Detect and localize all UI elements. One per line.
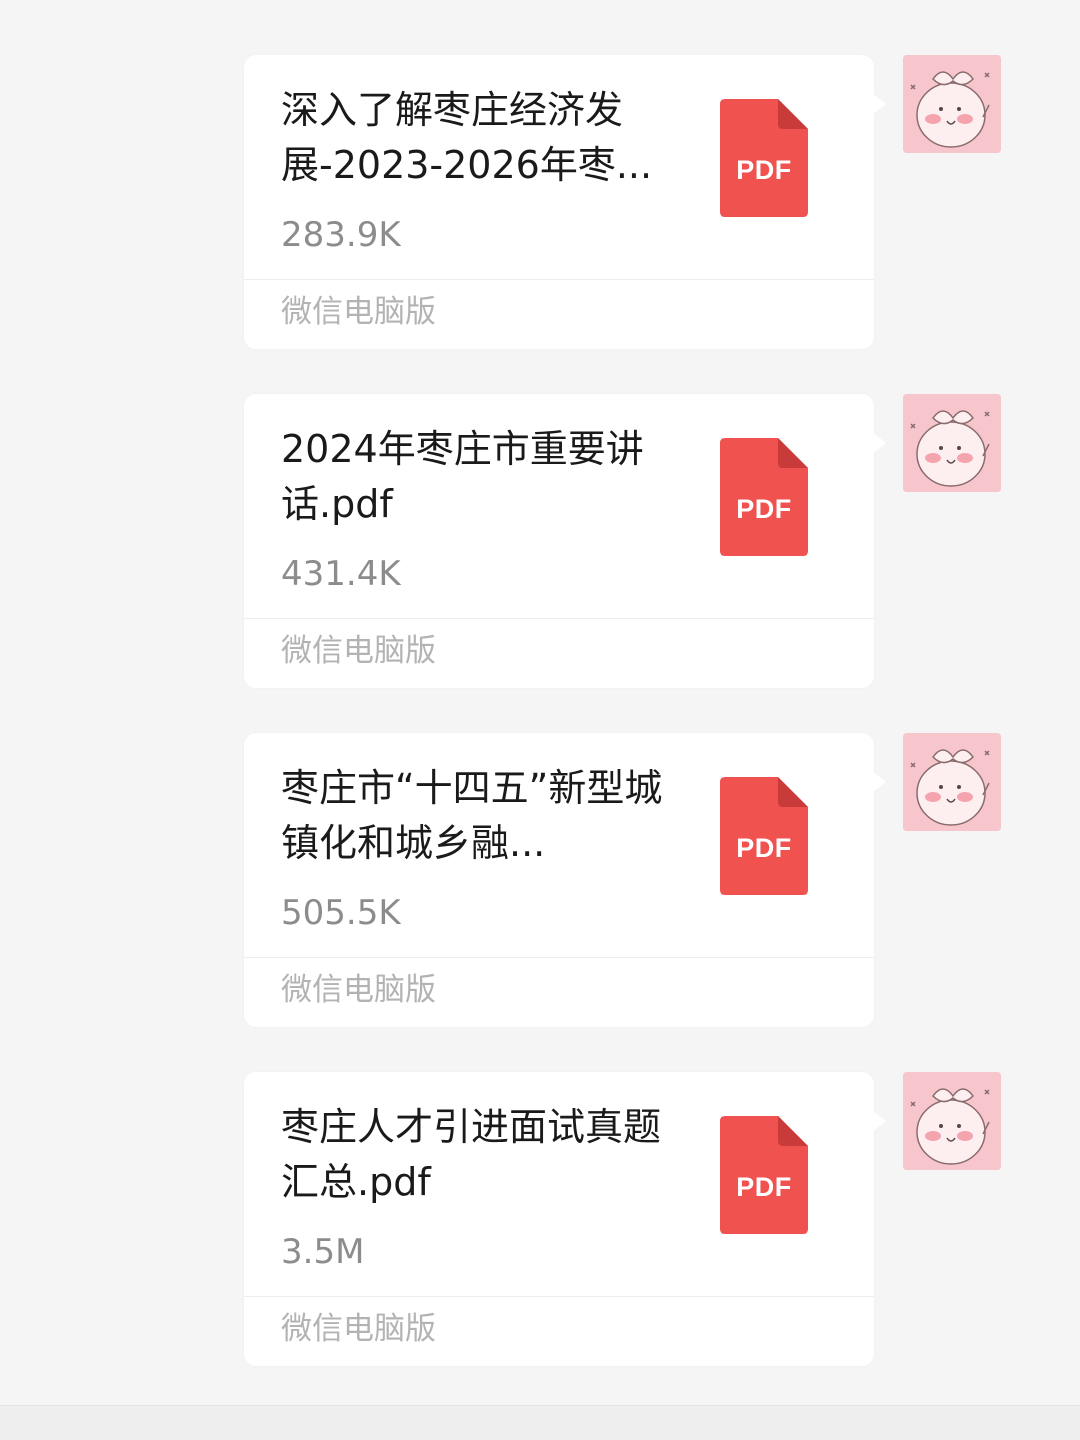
divider [244, 957, 874, 958]
file-name: 深入了解枣庄经济发展-2023-2026年枣... [281, 88, 653, 187]
bear-sticker-icon [903, 1072, 1001, 1170]
pdf-file-icon: PDF [720, 438, 808, 556]
bubble-tail [872, 771, 886, 793]
avatar[interactable] [903, 1072, 1001, 1170]
file-name: 枣庄市“十四五”新型城镇化和城乡融... [281, 766, 663, 865]
divider [244, 618, 874, 619]
pdf-file-icon: PDF [720, 777, 808, 895]
divider [244, 279, 874, 280]
file-size: 283.9K [281, 215, 401, 255]
avatar[interactable] [903, 55, 1001, 153]
chat-window: 深入了解枣庄经济发展-2023-2026年枣... 283.9K PDF 微信电… [0, 0, 1080, 1440]
file-size: 431.4K [281, 554, 401, 594]
file-card[interactable]: 深入了解枣庄经济发展-2023-2026年枣... 283.9K PDF 微信电… [244, 55, 874, 349]
file-card[interactable]: 2024年枣庄市重要讲话.pdf 431.4K PDF 微信电脑版 [244, 394, 874, 688]
avatar[interactable] [903, 733, 1001, 831]
bottom-bar [0, 1405, 1080, 1440]
bear-sticker-icon [903, 394, 1001, 492]
pdf-file-icon: PDF [720, 99, 808, 217]
file-type-label: PDF [736, 155, 792, 185]
source-label: 微信电脑版 [281, 972, 436, 1008]
file-type-label: PDF [736, 1172, 792, 1202]
divider [244, 1296, 874, 1297]
bubble-tail [872, 432, 886, 454]
source-label: 微信电脑版 [281, 294, 436, 330]
bubble-tail [872, 93, 886, 115]
file-name: 枣庄人才引进面试真题汇总.pdf [281, 1105, 662, 1204]
file-size: 505.5K [281, 893, 401, 933]
pdf-file-icon: PDF [720, 1116, 808, 1234]
file-card[interactable]: 枣庄人才引进面试真题汇总.pdf 3.5M PDF 微信电脑版 [244, 1072, 874, 1366]
source-label: 微信电脑版 [281, 1311, 436, 1347]
bear-sticker-icon [903, 733, 1001, 831]
bubble-tail [872, 1110, 886, 1132]
source-label: 微信电脑版 [281, 633, 436, 669]
file-size: 3.5M [281, 1232, 365, 1272]
file-type-label: PDF [736, 494, 792, 524]
file-card[interactable]: 枣庄市“十四五”新型城镇化和城乡融... 505.5K PDF 微信电脑版 [244, 733, 874, 1027]
bear-sticker-icon [903, 55, 1001, 153]
file-type-label: PDF [736, 833, 792, 863]
avatar[interactable] [903, 394, 1001, 492]
file-name: 2024年枣庄市重要讲话.pdf [281, 427, 644, 526]
